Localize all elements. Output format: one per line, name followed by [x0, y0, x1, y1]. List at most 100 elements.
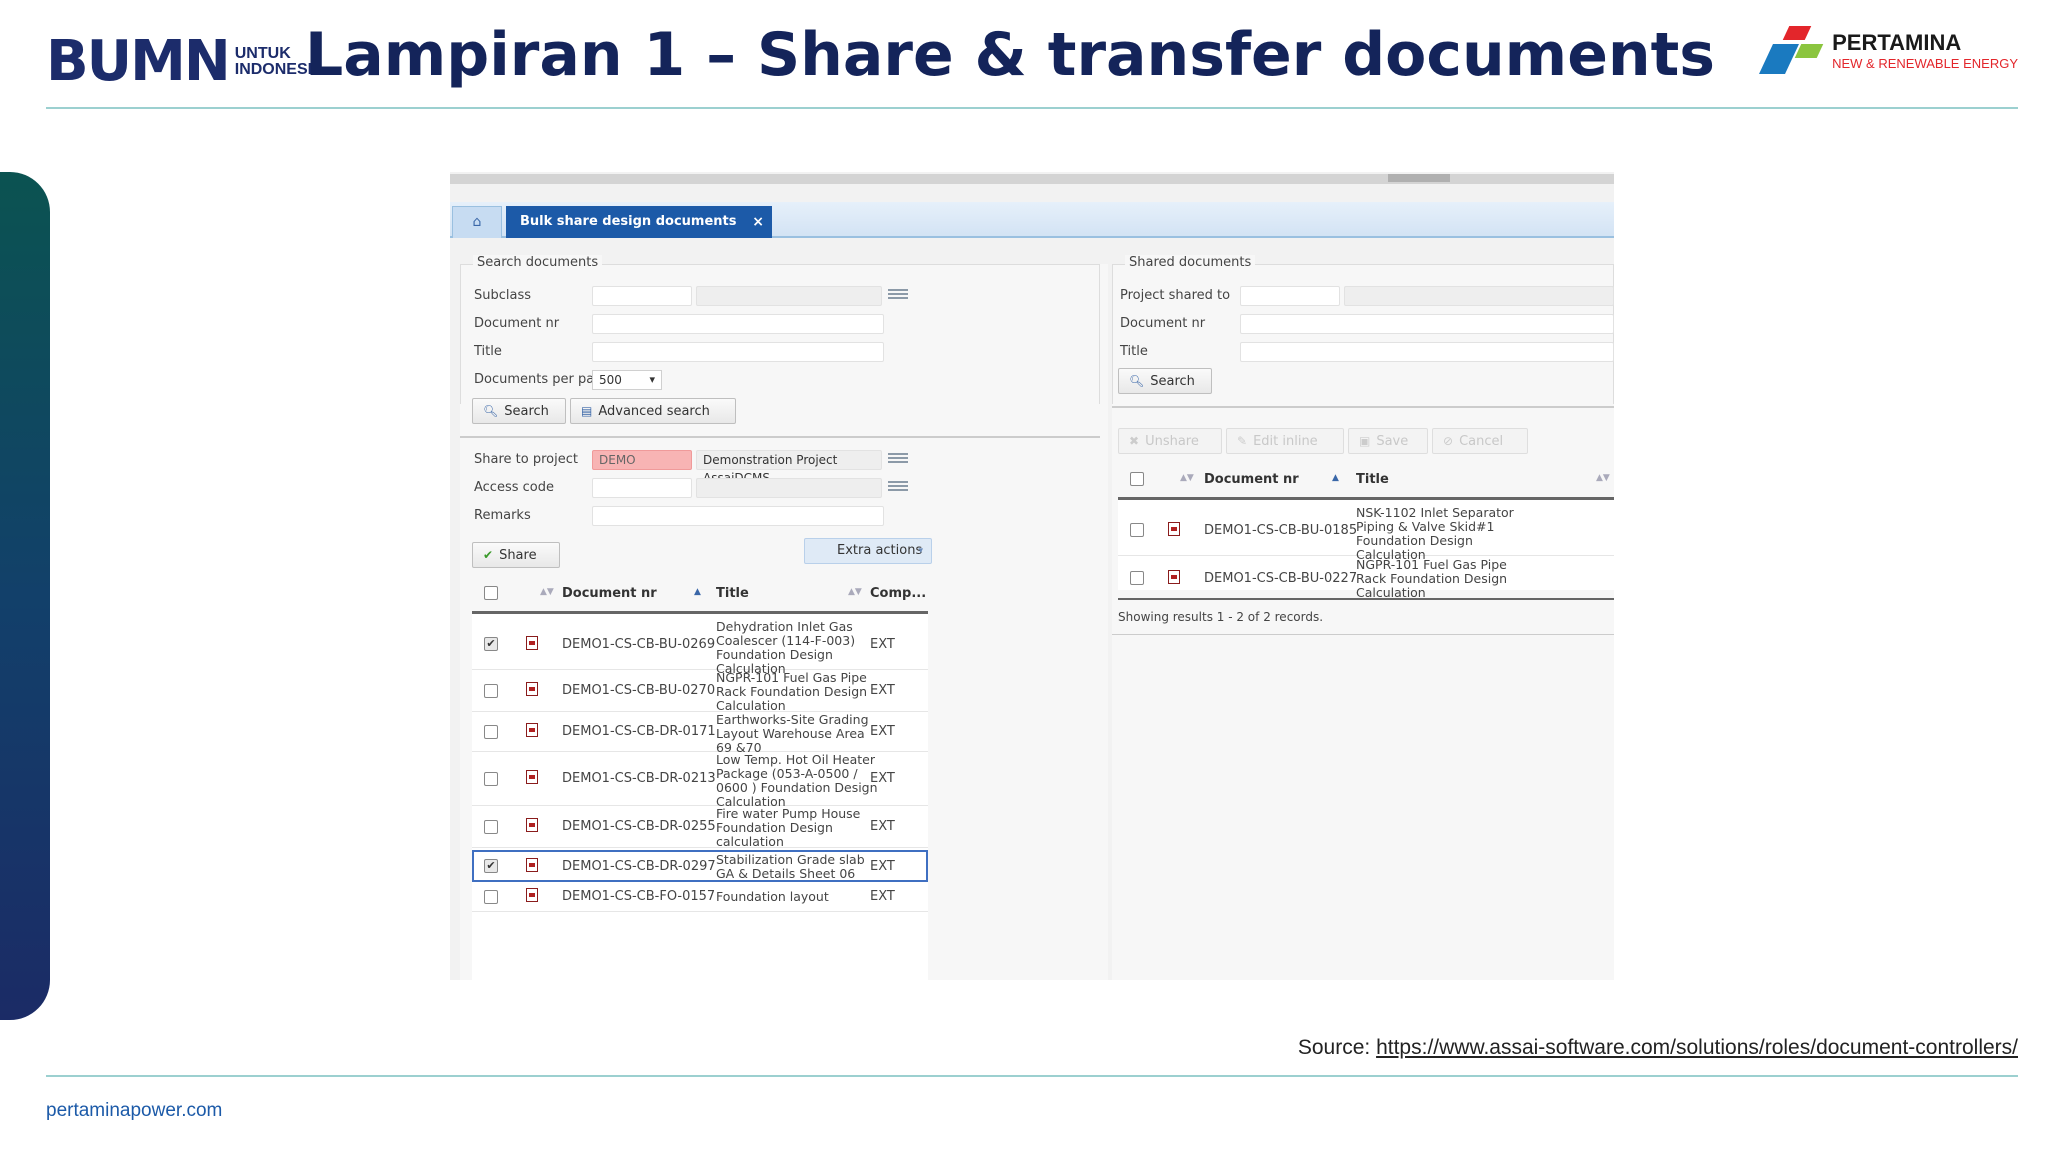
row-checkbox[interactable]: ✔: [484, 637, 498, 651]
table-row[interactable]: ✔ DEMO1-CS-CB-BU-0269 Dehydration Inlet …: [472, 618, 928, 676]
shared-docnr-input[interactable]: [1240, 314, 1614, 334]
doc-number[interactable]: DEMO1-CS-CB-BU-0269: [562, 638, 715, 652]
col-title[interactable]: Title: [716, 586, 749, 601]
pdf-icon[interactable]: [526, 636, 538, 650]
table-row[interactable]: DEMO1-CS-CB-DR-0171 Earthworks-Site Grad…: [472, 712, 928, 755]
subclass-desc-input: [696, 286, 882, 306]
doc-number[interactable]: DEMO1-CS-CB-DR-0255: [562, 820, 716, 834]
shared-search-button[interactable]: 🔍︎ Search: [1118, 368, 1212, 394]
row-checkbox[interactable]: [484, 820, 498, 834]
doc-number[interactable]: DEMO1-CS-CB-DR-0213: [562, 772, 716, 786]
pertamina-mark-icon: [1758, 26, 1824, 76]
col-title[interactable]: Title: [1356, 472, 1389, 487]
footer-site[interactable]: pertaminapower.com: [46, 1100, 222, 1122]
table-row[interactable]: DEMO1-CS-CB-DR-0213 Low Temp. Hot Oil He…: [472, 752, 928, 809]
project-shared-input[interactable]: [1240, 286, 1340, 306]
project-shared-desc: [1344, 286, 1614, 306]
row-checkbox[interactable]: [484, 772, 498, 786]
sort-icon[interactable]: ▲▼: [1596, 473, 1610, 483]
doc-number[interactable]: DEMO1-CS-CB-DR-0297: [562, 860, 716, 874]
table-row[interactable]: DEMO1-CS-CB-BU-0185 NSK-1102 Inlet Separ…: [1118, 504, 1614, 562]
edit-inline-button[interactable]: ✎ Edit inline: [1226, 428, 1344, 454]
share-project-label: Share to project: [474, 452, 578, 467]
access-code-desc: [696, 478, 882, 498]
shared-title-input[interactable]: [1240, 342, 1614, 362]
pertamina-sub: NEW & RENEWABLE ENERGY: [1832, 56, 2018, 71]
advanced-search-button[interactable]: ▤ Advanced search: [570, 398, 736, 424]
unshare-button[interactable]: ✖ Unshare: [1118, 428, 1222, 454]
pertamina-logo: PERTAMINA NEW & RENEWABLE ENERGY: [1758, 26, 2018, 76]
sort-asc-icon[interactable]: ▲: [694, 587, 701, 597]
divider: [1112, 634, 1614, 635]
select-all-checkbox[interactable]: [1130, 472, 1144, 486]
pdf-icon[interactable]: [526, 682, 538, 696]
table-row[interactable]: DEMO1-CS-CB-DR-0255 Fire water Pump Hous…: [472, 806, 928, 849]
home-icon: ⌂: [472, 214, 482, 230]
home-tab[interactable]: ⌂: [452, 206, 502, 238]
row-checkbox[interactable]: [484, 725, 498, 739]
row-checkbox[interactable]: [484, 890, 498, 904]
search-button[interactable]: 🔍︎ Search: [472, 398, 566, 424]
doc-number[interactable]: DEMO1-CS-CB-BU-0227: [1204, 572, 1357, 586]
list-icon[interactable]: [888, 481, 908, 495]
access-code-input[interactable]: [592, 478, 692, 498]
table-row[interactable]: DEMO1-CS-CB-BU-0270 NGPR-101 Fuel Gas Pi…: [472, 670, 928, 713]
save-icon: ▣: [1359, 434, 1371, 448]
doc-number[interactable]: DEMO1-CS-CB-FO-0157: [562, 890, 715, 904]
close-icon[interactable]: ×: [752, 206, 764, 238]
perpage-select[interactable]: 500 ▾: [592, 370, 662, 390]
pdf-icon[interactable]: [526, 723, 538, 737]
col-document-nr[interactable]: Document nr: [562, 586, 657, 601]
advanced-search-icon: ▤: [581, 404, 593, 418]
pdf-icon[interactable]: [526, 858, 538, 872]
table-row[interactable]: DEMO1-CS-CB-FO-0157 Foundation layout EX…: [472, 884, 928, 912]
table-row[interactable]: DEMO1-CS-CB-BU-0227 NGPR-101 Fuel Gas Pi…: [1118, 556, 1614, 600]
bumn-mark: BUMN: [46, 29, 231, 94]
edit-icon: ✎: [1237, 434, 1248, 448]
cancel-button[interactable]: ⊘ Cancel: [1432, 428, 1528, 454]
cancel-icon: ⊘: [1443, 434, 1454, 448]
doc-title: NSK-1102 Inlet Separator Piping & Valve S…: [1356, 505, 1514, 562]
row-checkbox[interactable]: [484, 684, 498, 698]
shared-title-label: Title: [1120, 344, 1148, 359]
search-icon: 🔍︎: [1129, 374, 1145, 388]
row-checkbox[interactable]: ✔: [484, 859, 498, 873]
source-link[interactable]: https://www.assai-software.com/solutions…: [1376, 1036, 2018, 1059]
docnr-input[interactable]: [592, 314, 884, 334]
sort-icon[interactable]: ▲▼: [1180, 473, 1194, 483]
col-comp[interactable]: Comp...: [870, 586, 926, 601]
perpage-value: 500: [599, 373, 622, 387]
tab-bulk-share[interactable]: Bulk share design documents ×: [506, 206, 772, 238]
doc-number[interactable]: DEMO1-CS-CB-DR-0171: [562, 725, 716, 739]
doc-comp: EXT: [870, 771, 895, 786]
doc-title: Stabilization Grade slab GA & Details She…: [716, 852, 865, 881]
pdf-icon[interactable]: [526, 818, 538, 832]
share-project-code-input[interactable]: DEMO: [592, 450, 692, 470]
doc-number[interactable]: DEMO1-CS-CB-BU-0270: [562, 684, 715, 698]
save-button[interactable]: ▣ Save: [1348, 428, 1428, 454]
results-count: Showing results 1 - 2 of 2 records.: [1118, 610, 1324, 624]
row-checkbox[interactable]: [1130, 523, 1144, 537]
scrollbar-thumb[interactable]: [1388, 174, 1450, 182]
col-document-nr[interactable]: Document nr: [1204, 472, 1299, 487]
select-all-checkbox[interactable]: [484, 586, 498, 600]
sort-asc-icon[interactable]: ▲: [1332, 473, 1339, 483]
subclass-input[interactable]: [592, 286, 692, 306]
share-button[interactable]: ✔ Share: [472, 542, 560, 568]
table-row-selected[interactable]: ✔ DEMO1-CS-CB-DR-0297 Stabilization Grad…: [472, 850, 928, 882]
title-input[interactable]: [592, 342, 884, 362]
extra-actions-button[interactable]: Extra actions ▾: [804, 538, 932, 564]
sort-icon[interactable]: ▲▼: [848, 587, 862, 597]
doc-number[interactable]: DEMO1-CS-CB-BU-0185: [1204, 524, 1357, 538]
doc-comp: EXT: [870, 889, 895, 904]
list-icon[interactable]: [888, 453, 908, 467]
pdf-icon[interactable]: [526, 770, 538, 784]
sort-icon[interactable]: ▲▼: [540, 587, 554, 597]
list-icon[interactable]: [888, 289, 908, 303]
bumn-logo: BUMN UNTUK INDONESIA: [46, 34, 324, 90]
pdf-icon[interactable]: [526, 888, 538, 902]
pdf-icon[interactable]: [1168, 522, 1180, 536]
remarks-input[interactable]: [592, 506, 884, 526]
row-checkbox[interactable]: [1130, 571, 1144, 585]
pdf-icon[interactable]: [1168, 570, 1180, 584]
